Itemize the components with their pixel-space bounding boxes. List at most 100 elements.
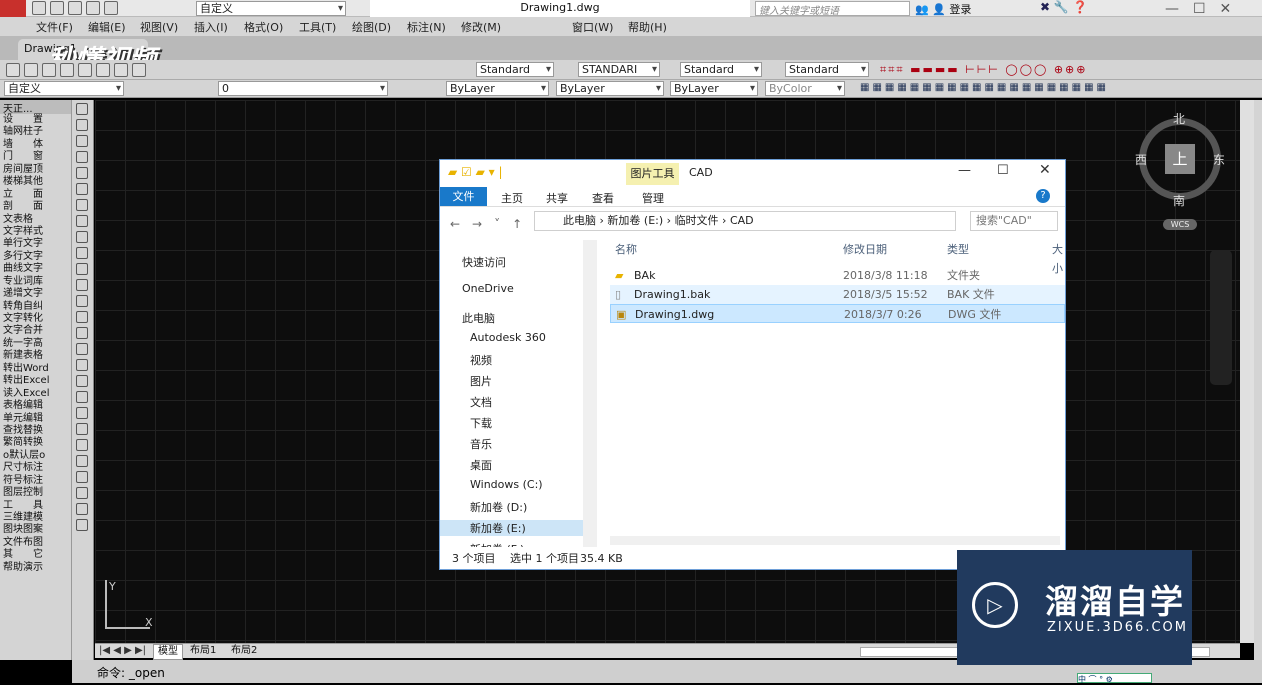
open-file-icon[interactable] <box>24 63 38 77</box>
draw-tool-icon[interactable] <box>76 375 88 387</box>
workspace-select[interactable]: 自定义 <box>196 1 346 16</box>
help-icon[interactable]: ? <box>1036 189 1050 203</box>
file-row[interactable]: ▯ Drawing1.bak 2018/3/5 15:52 BAK 文件 <box>610 285 1065 304</box>
menu-tools[interactable]: 工具(T) <box>299 19 336 35</box>
linetype-select[interactable]: ByLayer <box>556 81 664 96</box>
wcs-menu[interactable]: WCS <box>1163 219 1197 230</box>
new-icon[interactable] <box>32 1 46 15</box>
tab-model[interactable]: 模型 <box>153 644 183 660</box>
panel-item[interactable]: 楼梯其他 <box>0 176 71 188</box>
panel-item[interactable]: 查找替换 <box>0 425 71 437</box>
nav-item[interactable]: Autodesk 360 <box>470 331 546 344</box>
nav-scrollbar[interactable] <box>583 240 597 547</box>
menu-modify[interactable]: 修改(M) <box>461 19 501 35</box>
crumb-cad[interactable]: CAD <box>730 214 754 227</box>
draw-tool-icon[interactable] <box>76 487 88 499</box>
menu-draw[interactable]: 绘图(D) <box>352 19 391 35</box>
workspace-select-2[interactable]: 自定义 <box>4 81 124 96</box>
panel-item[interactable]: 墙 体 <box>0 139 71 151</box>
menu-dimension[interactable]: 标注(N) <box>407 19 446 35</box>
panel-item[interactable]: 转出Excel <box>0 375 71 387</box>
panel-item[interactable]: 转角自纠 <box>0 301 71 313</box>
panel-item[interactable]: 文字样式 <box>0 226 71 238</box>
properties-icon[interactable] <box>78 63 92 77</box>
plotstyle-select[interactable]: ByColor <box>765 81 845 96</box>
ribbon-manage-tab[interactable]: 管理 <box>642 190 664 206</box>
viewcube-south[interactable]: 南 <box>1173 192 1185 209</box>
panel-item[interactable]: 工 具 <box>0 500 71 512</box>
help-icon[interactable]: ✖ 🔧 ❓ <box>1040 0 1088 14</box>
autocad-logo-icon[interactable] <box>0 0 26 17</box>
draw-tool-icon[interactable] <box>76 135 88 147</box>
draw-tool-icon[interactable] <box>76 503 88 515</box>
nav-item[interactable]: 图片 <box>470 373 492 389</box>
ribbon-home-tab[interactable]: 主页 <box>501 190 523 206</box>
panel-item[interactable]: 单行文字 <box>0 238 71 250</box>
panel-item[interactable]: 新建表格 <box>0 350 71 362</box>
panel-item[interactable]: 读入Excel <box>0 388 71 400</box>
panel-item[interactable]: 统一字高 <box>0 338 71 350</box>
layer-select[interactable]: 0 <box>218 81 388 96</box>
nav-item[interactable]: 下载 <box>470 415 492 431</box>
viewcube-north[interactable]: 北 <box>1173 110 1185 127</box>
mleader-style-select[interactable]: Standard <box>785 62 869 77</box>
panel-item[interactable]: o默认层o <box>0 450 71 462</box>
nav-item[interactable]: OneDrive <box>462 282 514 295</box>
draw-tool-icon[interactable] <box>76 519 88 531</box>
panel-item[interactable]: 转出Word <box>0 363 71 375</box>
panel-item[interactable]: 文件布图 <box>0 537 71 549</box>
color-select[interactable]: ByLayer <box>446 81 549 96</box>
window-controls[interactable]: — ☐ ✕ <box>1165 0 1231 18</box>
menu-insert[interactable]: 插入(I) <box>194 19 228 35</box>
lineweight-select[interactable]: ByLayer <box>670 81 758 96</box>
panel-item[interactable]: 曲线文字 <box>0 263 71 275</box>
draw-tool-icon[interactable] <box>76 359 88 371</box>
draw-tool-icon[interactable] <box>76 407 88 419</box>
panel-item[interactable]: 尺寸标注 <box>0 462 71 474</box>
panel-item[interactable]: 图层控制 <box>0 487 71 499</box>
crumb-temp[interactable]: 临时文件 <box>675 214 719 227</box>
ribbon-file-tab[interactable]: 文件 <box>440 187 487 206</box>
nav-item[interactable]: 新加卷 (E:) <box>440 520 583 536</box>
draw-tool-icon[interactable] <box>76 263 88 275</box>
panel-item[interactable]: 繁简转换 <box>0 437 71 449</box>
table-style-select[interactable]: Standard <box>680 62 762 77</box>
viewcube-west[interactable]: 西 <box>1135 151 1147 168</box>
menu-edit[interactable]: 编辑(E) <box>88 19 126 35</box>
panel-item[interactable]: 轴网柱子 <box>0 126 71 138</box>
minimize-button[interactable]: — <box>958 163 971 178</box>
panel-item[interactable]: 文字合并 <box>0 325 71 337</box>
draw-tool-icon[interactable] <box>76 471 88 483</box>
nav-buttons[interactable]: ← → ˅ ↑ <box>450 215 522 232</box>
login-button[interactable]: 👥 👤 登录 <box>915 1 971 17</box>
design-center-icon[interactable] <box>96 63 110 77</box>
panel-item[interactable]: 符号标注 <box>0 475 71 487</box>
tab-layout2[interactable]: 布局2 <box>231 644 257 658</box>
nav-item[interactable]: 此电脑 <box>462 310 495 326</box>
menu-help[interactable]: 帮助(H) <box>628 19 667 35</box>
draw-tool-icon[interactable] <box>76 119 88 131</box>
menu-file[interactable]: 文件(F) <box>36 19 73 35</box>
panel-item[interactable]: 多行文字 <box>0 251 71 263</box>
nav-item[interactable]: 快速访问 <box>462 254 506 270</box>
dim-style-select[interactable]: STANDARI <box>578 62 660 77</box>
menu-view[interactable]: 视图(V) <box>140 19 178 35</box>
panel-item[interactable]: 门 窗 <box>0 151 71 163</box>
draw-tool-icon[interactable] <box>76 343 88 355</box>
menu-window[interactable]: 窗口(W) <box>572 19 613 35</box>
draw-tool-icon[interactable] <box>76 327 88 339</box>
draw-tool-icon[interactable] <box>76 295 88 307</box>
ribbon-view-tab[interactable]: 查看 <box>592 190 614 206</box>
crumb-this-pc[interactable]: 此电脑 <box>563 214 596 227</box>
navigation-bar[interactable] <box>1210 250 1232 385</box>
panel-item[interactable]: 专业词库 <box>0 276 71 288</box>
maximize-button[interactable]: ☐ <box>997 163 1009 178</box>
draw-tool-icon[interactable] <box>76 215 88 227</box>
draw-tool-icon[interactable] <box>76 199 88 211</box>
menu-format[interactable]: 格式(O) <box>244 19 283 35</box>
crumb-drive-e[interactable]: 新加卷 (E:) <box>607 214 663 227</box>
draw-tool-icon[interactable] <box>76 391 88 403</box>
panel-item[interactable]: 递增文字 <box>0 288 71 300</box>
panel-item[interactable]: 三维建模 <box>0 512 71 524</box>
panel-item[interactable]: 图块图案 <box>0 524 71 536</box>
